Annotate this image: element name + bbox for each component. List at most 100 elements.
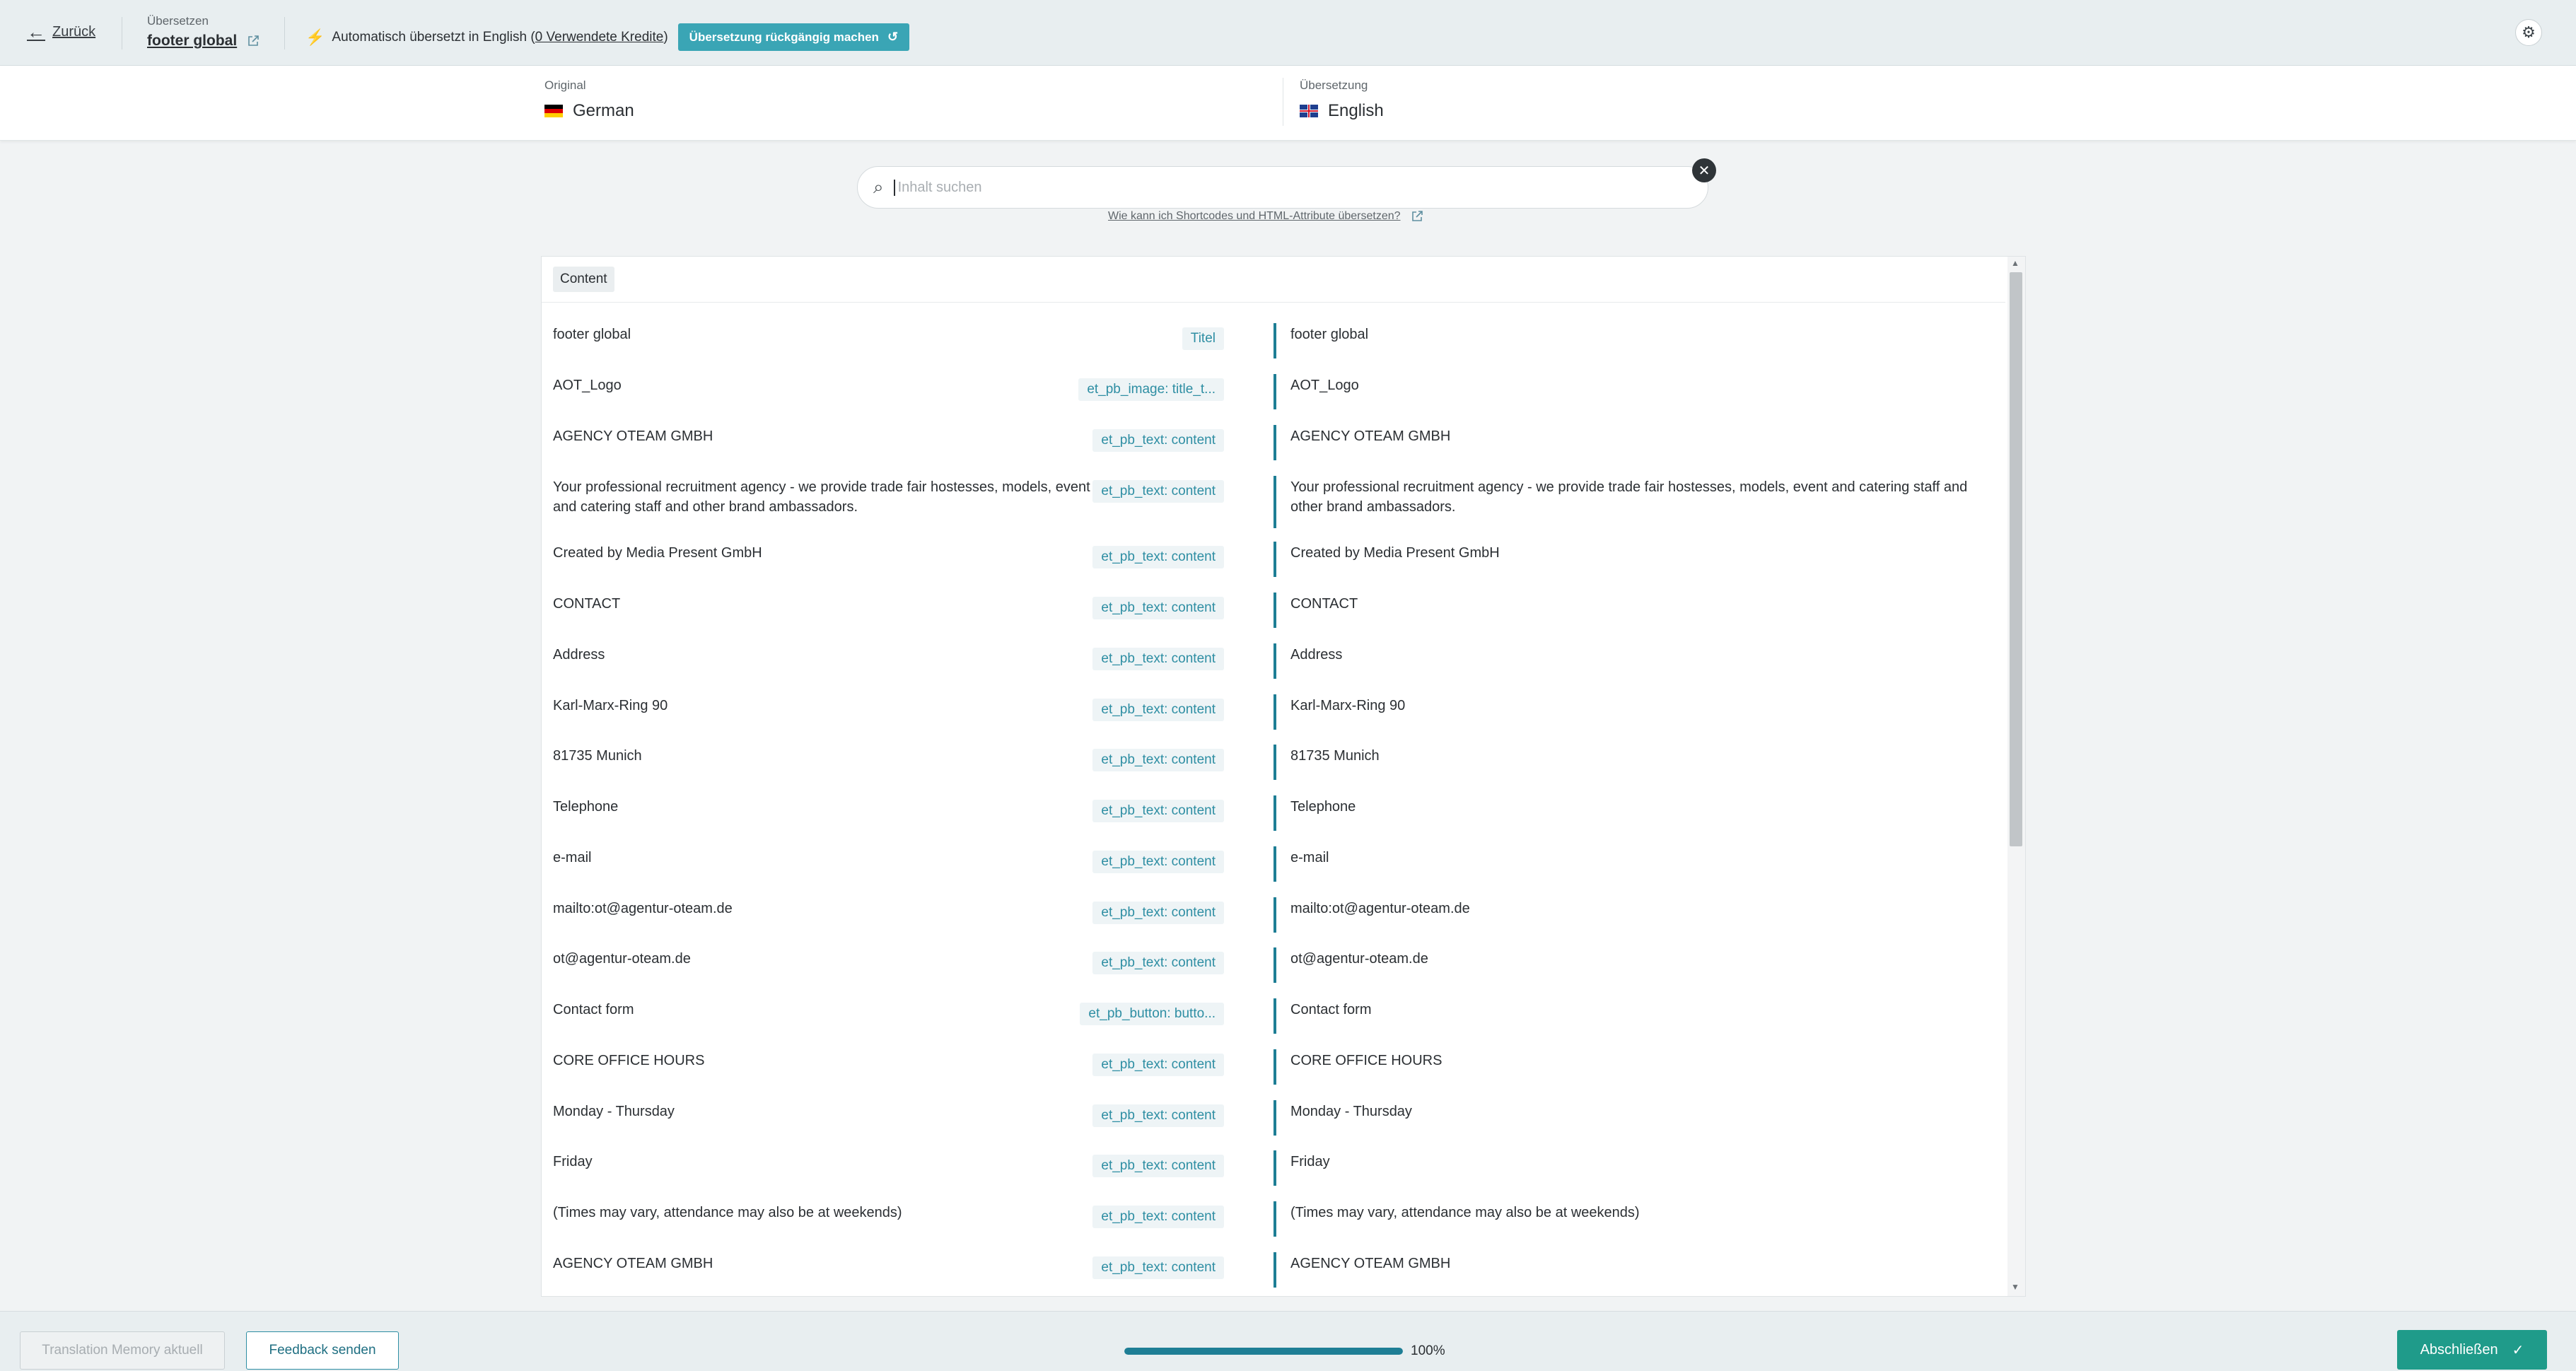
doc-name-link[interactable]: footer global — [147, 33, 260, 49]
source-text: Address — [553, 647, 605, 663]
source-text: mailto:ot@agentur-oteam.de — [553, 901, 733, 916]
scrollbar-thumb[interactable] — [2010, 272, 2022, 846]
field-tag: et_pb_text: content — [1092, 480, 1224, 503]
auto-text: Automatisch übersetzt in English ( — [332, 29, 535, 45]
translation-language: Übersetzung English — [1300, 78, 1384, 121]
external-link-icon[interactable] — [247, 35, 260, 47]
target-text[interactable]: Created by Media Present GmbH — [1290, 543, 1991, 563]
source-text: Friday — [553, 1154, 593, 1169]
source-text: Your professional recruitment agency - w… — [553, 479, 1090, 515]
source-text: Contact form — [553, 1002, 634, 1017]
target-text[interactable]: Address — [1290, 645, 1991, 665]
field-tag: et_pb_text: content — [1092, 699, 1224, 721]
field-tag: et_pb_text: content — [1092, 800, 1224, 822]
field-tag: et_pb_text: content — [1092, 546, 1224, 568]
target-text[interactable]: Telephone — [1290, 797, 1991, 817]
back-label: Zurück — [52, 24, 96, 40]
undo-icon: ↺ — [887, 30, 899, 44]
progress-text: 100% — [1411, 1343, 1445, 1358]
row-accent-bar — [1274, 1150, 1276, 1186]
target-text[interactable]: CORE OFFICE HOURS — [1290, 1051, 1991, 1070]
source-text: CONTACT — [553, 596, 621, 612]
credits-link[interactable]: 0 Verwendete Kredite — [535, 30, 664, 45]
search-box: ⌕ — [857, 166, 1708, 209]
row-accent-bar — [1274, 947, 1276, 983]
target-text[interactable]: Your professional recruitment agency - w… — [1290, 477, 1991, 517]
row-accent-bar — [1274, 593, 1276, 628]
target-text[interactable]: mailto:ot@agentur-oteam.de — [1290, 899, 1991, 918]
field-tag: Titel — [1182, 327, 1224, 350]
target-text[interactable]: CONTACT — [1290, 594, 1991, 614]
field-tag: et_pb_text: content — [1092, 749, 1224, 771]
uk-flag-icon — [1300, 105, 1318, 117]
field-tag: et_pb_text: content — [1092, 851, 1224, 873]
divider — [284, 17, 285, 49]
target-text[interactable]: AOT_Logo — [1290, 375, 1991, 395]
feedback-button[interactable]: Feedback senden — [246, 1331, 399, 1370]
target-text[interactable]: AGENCY OTEAM GMBH — [1290, 426, 1991, 446]
bottom-footer: Translation Memory aktuell Feedback send… — [0, 1311, 2576, 1371]
search-icon: ⌕ — [873, 176, 884, 197]
row-accent-bar — [1274, 897, 1276, 933]
source-text: Monday - Thursday — [553, 1104, 675, 1119]
source-text: Karl-Marx-Ring 90 — [553, 698, 668, 713]
row-accent-bar — [1274, 542, 1276, 577]
target-text[interactable]: AGENCY OTEAM GMBH — [1290, 1254, 1991, 1273]
translation-memory-button: Translation Memory aktuell — [20, 1331, 225, 1370]
target-text[interactable]: 81735 Munich — [1290, 746, 1991, 766]
field-tag: et_pb_text: content — [1092, 1054, 1224, 1076]
auto-translate-info: ⚡ Automatisch übersetzt in English (0 Ve… — [305, 23, 910, 51]
target-text[interactable]: ot@agentur-oteam.de — [1290, 949, 1991, 969]
target-text[interactable]: footer global — [1290, 325, 1991, 344]
finish-button[interactable]: Abschließen ✓ — [2397, 1330, 2547, 1370]
field-tag: et_pb_text: content — [1092, 1155, 1224, 1177]
help-link-text: Wie kann ich Shortcodes und HTML-Attribu… — [1108, 210, 1401, 222]
translate-label: Übersetzen — [147, 14, 209, 28]
help-link[interactable]: Wie kann ich Shortcodes und HTML-Attribu… — [1108, 210, 1423, 223]
source-text: e-mail — [553, 850, 592, 865]
german-flag-icon — [544, 105, 563, 117]
field-tag: et_pb_text: content — [1092, 952, 1224, 974]
source-text: 81735 Munich — [553, 748, 642, 764]
check-icon: ✓ — [2512, 1342, 2524, 1358]
language-bar: Original German Übersetzung English — [0, 66, 2576, 141]
row-accent-bar — [1274, 694, 1276, 730]
bolt-icon: ⚡ — [305, 28, 325, 46]
row-accent-bar — [1274, 643, 1276, 679]
back-link[interactable]: ← Zurück — [27, 21, 95, 43]
target-text[interactable]: (Times may vary, attendance may also be … — [1290, 1203, 1991, 1223]
section-tag: Content — [553, 267, 614, 292]
field-tag: et_pb_text: content — [1092, 648, 1224, 670]
target-text[interactable]: Monday - Thursday — [1290, 1102, 1991, 1121]
undo-translation-button[interactable]: Übersetzung rückgängig machen ↺ — [677, 23, 910, 51]
field-tag: et_pb_text: content — [1092, 1256, 1224, 1279]
row-accent-bar — [1274, 1049, 1276, 1085]
field-tag: et_pb_button: butto... — [1080, 1003, 1224, 1025]
target-text[interactable]: e-mail — [1290, 848, 1991, 868]
target-text[interactable]: Karl-Marx-Ring 90 — [1290, 696, 1991, 716]
row-accent-bar — [1274, 745, 1276, 780]
row-accent-bar — [1274, 846, 1276, 882]
gear-icon[interactable]: ⚙ — [2515, 19, 2542, 46]
progress-fill — [1124, 1348, 1403, 1355]
scroll-up-icon[interactable]: ▲ — [2011, 258, 2020, 268]
translation-value: English — [1328, 101, 1384, 120]
field-tag: et_pb_text: content — [1092, 902, 1224, 924]
scroll-down-icon[interactable]: ▼ — [2011, 1282, 2020, 1292]
row-accent-bar — [1274, 374, 1276, 409]
row-accent-bar — [1274, 323, 1276, 358]
source-text: Telephone — [553, 799, 619, 815]
row-accent-bar — [1274, 795, 1276, 831]
progress-bar — [1124, 1348, 1403, 1355]
source-text: AOT_Logo — [553, 378, 622, 393]
target-text[interactable]: Contact form — [1290, 1000, 1991, 1020]
close-icon[interactable]: ✕ — [1692, 158, 1716, 182]
table-row: Your professional recruitment agency - w… — [542, 476, 2005, 534]
field-tag: et_pb_text: content — [1092, 429, 1224, 452]
row-accent-bar — [1274, 998, 1276, 1034]
field-tag: et_pb_text: content — [1092, 1104, 1224, 1127]
target-text[interactable]: Friday — [1290, 1152, 1991, 1172]
search-input[interactable] — [893, 179, 1601, 196]
original-language: Original German — [544, 78, 634, 121]
row-accent-bar — [1274, 1201, 1276, 1237]
